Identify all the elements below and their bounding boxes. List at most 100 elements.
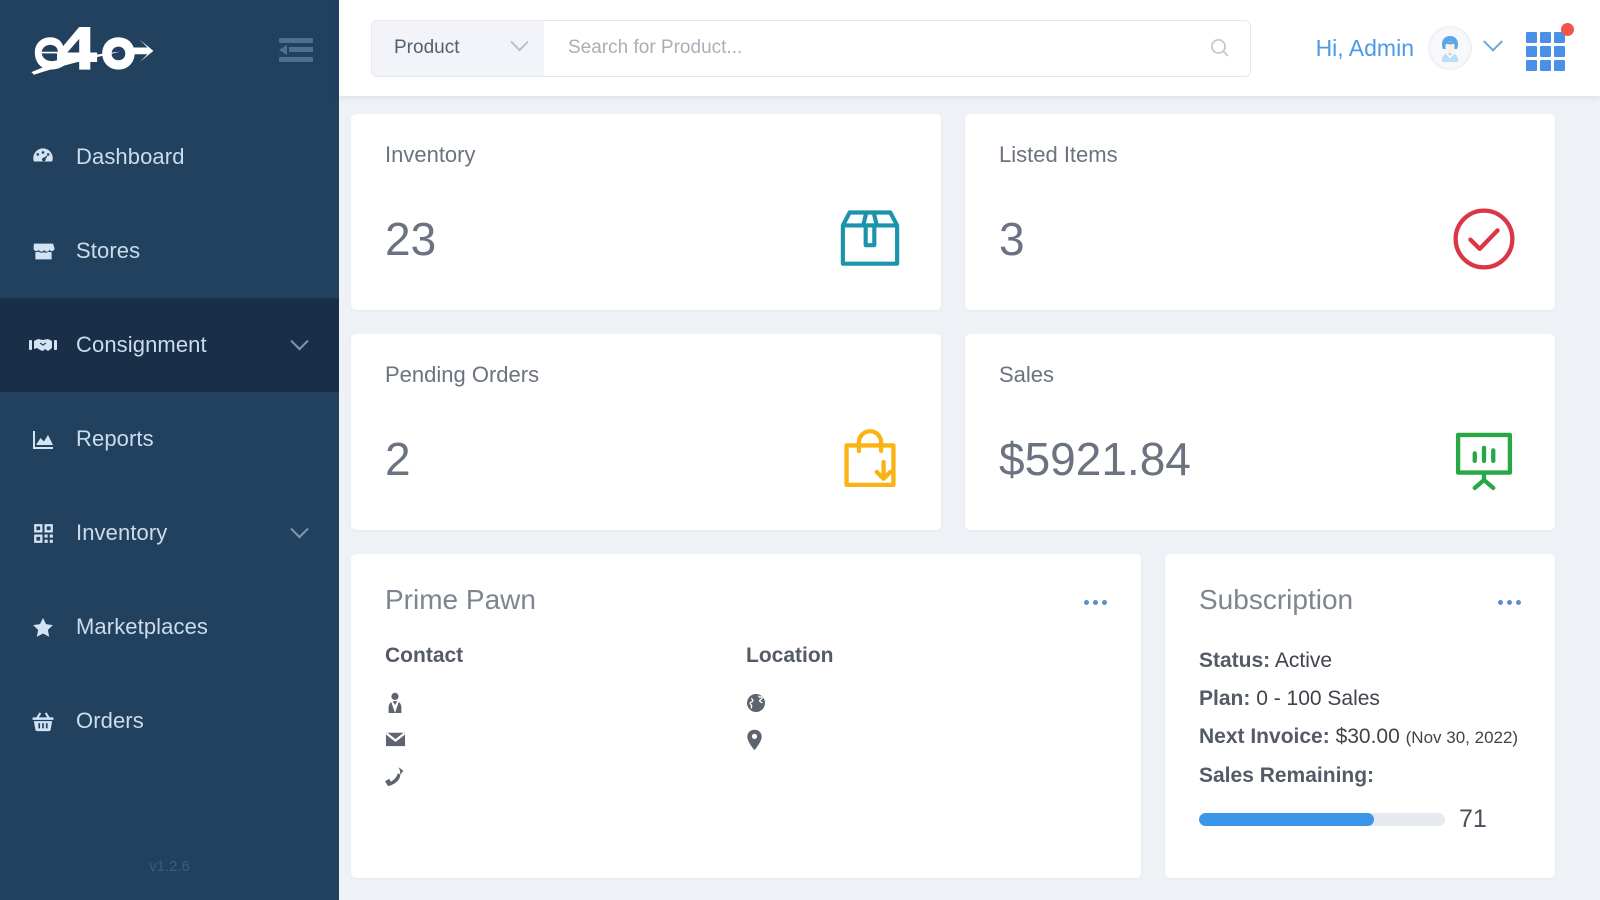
map-pin-icon (746, 729, 772, 751)
app-root: Dashboard Stores Consignment Reports Inv… (0, 0, 1600, 900)
sidebar-item-reports[interactable]: Reports (0, 392, 339, 486)
search-bar: Product (371, 19, 1251, 77)
sidebar-item-orders[interactable]: Orders (0, 674, 339, 768)
sidebar-header (0, 0, 339, 100)
sidebar-item-inventory[interactable]: Inventory (0, 486, 339, 580)
location-address-row (746, 721, 1107, 758)
search-input[interactable] (568, 37, 1208, 59)
user-menu-chevron-down-icon[interactable] (1483, 31, 1503, 58)
progress-track (1199, 813, 1445, 826)
contact-phone-row (385, 758, 746, 795)
stat-value: 23 (385, 213, 437, 265)
stat-card-sales[interactable]: Sales $5921.84 (965, 334, 1555, 530)
sidebar-item-marketplaces[interactable]: Marketplaces (0, 580, 339, 674)
contact-person-row (385, 684, 746, 721)
stat-card-pending-orders[interactable]: Pending Orders 2 (351, 334, 941, 530)
store-icon (28, 238, 58, 264)
presentation-chart-icon (1447, 422, 1521, 496)
sidebar-nav: Dashboard Stores Consignment Reports Inv… (0, 100, 339, 848)
avatar[interactable] (1428, 26, 1472, 70)
app-logo[interactable] (28, 21, 156, 79)
page-title: Prime Pawn (385, 584, 536, 615)
sidebar-item-label: Marketplaces (76, 614, 209, 639)
search-category-label: Product (394, 37, 460, 58)
sidebar-item-label: Reports (76, 426, 154, 451)
store-info-panel: Prime Pawn Contact Location (351, 554, 1141, 878)
stat-title: Sales (999, 362, 1055, 387)
subscription-plan-value: 0 - 100 Sales (1256, 687, 1380, 710)
location-region-row (746, 684, 1107, 721)
sidebar-item-dashboard[interactable]: Dashboard (0, 110, 339, 204)
stat-title: Listed Items (999, 142, 1118, 167)
apps-grid-icon[interactable] (1526, 23, 1574, 71)
subscription-remaining-row: Sales Remaining: (1199, 757, 1521, 795)
stat-value: 2 (385, 433, 411, 485)
sidebar-item-label: Stores (76, 238, 141, 263)
contact-email-row (385, 721, 746, 758)
sales-remaining-progress: 71 (1199, 805, 1521, 834)
search-field (544, 21, 1250, 76)
person-tie-icon (385, 692, 411, 714)
location-heading: Location (746, 644, 834, 667)
stat-title: Inventory (385, 142, 476, 167)
stat-value: $5921.84 (999, 433, 1191, 485)
chevron-down-icon (510, 33, 529, 59)
stat-card-listed-items[interactable]: Listed Items 3 (965, 114, 1555, 310)
subscription-panel: Subscription Status: Active Plan: 0 - 10… (1165, 554, 1555, 878)
top-header: Product Hi, Admin (339, 0, 1600, 96)
sidebar-item-label: Dashboard (76, 144, 185, 169)
stat-value: 3 (999, 213, 1025, 265)
stat-card-inventory[interactable]: Inventory 23 (351, 114, 941, 310)
subscription-status-label: Status: (1199, 649, 1271, 672)
qr-boxes-icon (28, 520, 58, 546)
envelope-icon (385, 731, 411, 748)
dashboard-gauge-icon (28, 144, 58, 170)
sidebar-item-consignment[interactable]: Consignment (0, 298, 339, 392)
sales-remaining-value: 71 (1459, 805, 1487, 833)
progress-fill (1199, 813, 1374, 826)
sidebar-item-label: Consignment (76, 332, 207, 357)
package-box-icon (833, 202, 907, 276)
bag-download-icon (833, 422, 907, 496)
subscription-title: Subscription (1199, 584, 1354, 615)
subscription-status-value: Active (1274, 649, 1333, 672)
more-options-icon[interactable] (1498, 584, 1521, 605)
stat-title: Pending Orders (385, 362, 540, 387)
collapse-menu-icon[interactable] (279, 36, 313, 64)
subscription-invoice-row: Next Invoice: $30.00 (Nov 30, 2022) (1199, 718, 1521, 757)
subscription-plan-label: Plan: (1199, 687, 1251, 710)
panels-row: Prime Pawn Contact Location Subscription… (339, 554, 1600, 878)
contact-heading: Contact (385, 644, 464, 667)
header-right: Hi, Admin (1316, 23, 1574, 71)
chart-area-icon (28, 426, 58, 452)
user-greeting[interactable]: Hi, Admin (1316, 35, 1414, 62)
more-options-icon[interactable] (1084, 584, 1107, 605)
sidebar-version: v1.2.6 (149, 857, 190, 875)
globe-icon (746, 693, 772, 713)
notification-badge (1561, 23, 1574, 36)
stats-row-1: Inventory 23 Listed Items 3 (339, 114, 1600, 310)
sidebar-item-label: Inventory (76, 520, 168, 545)
sidebar-item-stores[interactable]: Stores (0, 204, 339, 298)
handshake-icon (28, 332, 58, 358)
stats-row-2: Pending Orders 2 Sales $5921.84 (339, 334, 1600, 530)
subscription-status-row: Status: Active (1199, 642, 1521, 680)
search-category-select[interactable]: Product (372, 20, 544, 76)
chevron-down-icon[interactable] (290, 332, 315, 358)
check-circle-icon (1447, 202, 1521, 276)
phone-icon (385, 766, 411, 788)
sidebar-item-label: Orders (76, 708, 144, 733)
contact-column: Contact (385, 644, 746, 795)
star-icon (28, 614, 58, 640)
main-area: Product Hi, Admin (339, 0, 1600, 900)
sidebar: Dashboard Stores Consignment Reports Inv… (0, 0, 339, 900)
chevron-down-icon[interactable] (290, 520, 315, 546)
subscription-invoice-date: (Nov 30, 2022) (1405, 728, 1519, 747)
search-icon[interactable] (1208, 36, 1232, 60)
subscription-remaining-label: Sales Remaining: (1199, 764, 1375, 787)
basket-icon (28, 708, 58, 734)
dashboard-content: Inventory 23 Listed Items 3 Pending Orde… (339, 96, 1600, 900)
subscription-invoice-value: $30.00 (1335, 725, 1400, 748)
subscription-plan-row: Plan: 0 - 100 Sales (1199, 680, 1521, 718)
subscription-invoice-label: Next Invoice: (1199, 725, 1330, 748)
